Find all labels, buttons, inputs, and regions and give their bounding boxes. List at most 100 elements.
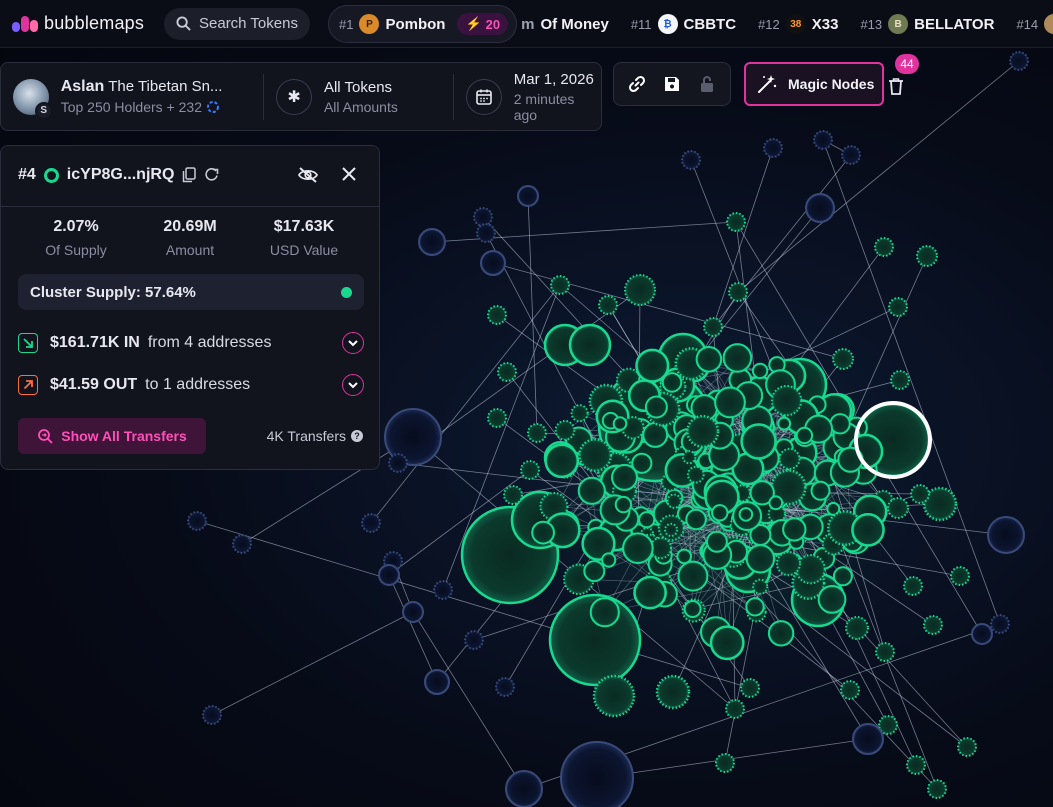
unclustered-bubble[interactable] [232,534,252,554]
holder-bubble[interactable] [906,755,926,775]
calendar-icon[interactable] [466,78,502,115]
unclustered-bubble[interactable] [480,250,506,276]
unclustered-bubble[interactable] [464,630,484,650]
holder-bubble[interactable] [829,413,851,435]
holder-bubble[interactable] [728,282,748,302]
magic-nodes-button[interactable]: Magic Nodes [744,62,884,106]
boost-badge[interactable]: ⚡ 20 [457,13,509,35]
holder-bubble[interactable] [527,423,547,443]
token-names[interactable]: Aslan The Tibetan Sn... Top 250 Holders … [61,78,252,115]
outflow-row[interactable]: $41.59 OUT to 1 addresses [18,371,364,399]
holder-bubble[interactable] [614,495,633,514]
holder-bubble[interactable] [544,443,580,479]
show-all-transfers-button[interactable]: Show All Transfers [18,418,206,454]
holder-bubble[interactable] [624,274,656,306]
help-icon[interactable]: ? [351,430,363,442]
holder-bubble[interactable] [568,323,612,367]
cluster-supply-row[interactable]: Cluster Supply: 57.64% [18,274,364,310]
unlock-icon[interactable] [693,70,721,98]
holder-bubble[interactable] [752,578,769,595]
unclustered-bubble[interactable] [971,623,993,645]
holder-bubble[interactable] [554,419,576,441]
holder-bubble[interactable] [890,370,910,390]
holder-bubble[interactable] [487,305,507,325]
holder-bubble[interactable] [550,275,570,295]
trending-token-1[interactable]: #1 P Pombon ⚡ 20 [328,5,518,43]
holder-bubble[interactable] [598,295,618,315]
unclustered-bubble[interactable] [763,138,783,158]
holder-bubble[interactable] [715,753,735,773]
holder-bubble[interactable] [531,520,555,545]
holder-bubble[interactable] [682,450,697,465]
holder-bubble[interactable] [745,544,776,574]
unclustered-bubble[interactable] [505,770,543,807]
unclustered-bubble[interactable] [424,669,450,695]
holder-bubble[interactable] [916,245,938,267]
holder-bubble[interactable] [711,504,729,522]
holder-bubble[interactable] [612,416,628,431]
asterisk-icon[interactable]: ✱ [276,78,312,115]
holder-bubble[interactable] [770,384,803,417]
inflow-row[interactable]: $161.71K IN from 4 addresses [18,329,364,357]
unclustered-bubble[interactable] [187,511,207,531]
unclustered-bubble[interactable] [476,223,496,243]
unclustered-bubble[interactable] [1009,51,1029,71]
holder-bubble[interactable] [577,476,606,505]
trending-token-13[interactable]: #13 B BELLATOR [860,14,994,34]
holder-bubble[interactable] [686,465,705,484]
holder-bubble[interactable] [677,560,709,592]
holder-bubble[interactable] [777,416,792,431]
unclustered-bubble[interactable] [852,723,884,755]
external-link-icon[interactable] [204,167,219,183]
holder-bubble[interactable] [874,237,894,257]
holder-bubble[interactable] [601,552,617,568]
unclustered-bubble[interactable] [361,513,381,533]
link-icon[interactable] [623,70,651,98]
holder-bubble[interactable] [644,395,668,419]
token-filter[interactable]: All Tokens All Amounts [324,79,441,115]
holder-bubble[interactable] [683,600,702,618]
unclustered-bubble[interactable] [560,741,634,807]
holder-bubble[interactable] [503,485,523,505]
holder-bubble[interactable] [767,620,795,647]
chevron-down-icon[interactable] [342,374,364,396]
holder-bubble[interactable] [666,493,682,509]
holder-bubble[interactable] [887,497,909,519]
copy-icon[interactable] [182,167,197,183]
holder-bubble[interactable] [950,566,970,586]
unclustered-bubble[interactable] [987,516,1025,554]
holder-bubble[interactable] [923,615,943,635]
holder-bubble[interactable] [810,480,831,501]
unclustered-bubble[interactable] [841,145,861,165]
holder-bubble[interactable] [705,530,728,553]
unclustered-bubble[interactable] [402,601,424,623]
unclustered-bubble[interactable] [990,614,1010,634]
holder-bubble[interactable] [745,597,765,617]
holder-bubble[interactable] [722,343,753,373]
trending-token-of-money[interactable]: m Of Money [521,16,609,33]
holder-bubble[interactable] [840,680,860,700]
holder-bubble[interactable] [782,517,807,542]
token-avatar[interactable]: S [13,78,53,120]
holder-bubble[interactable] [709,625,745,661]
holder-bubble[interactable] [740,423,777,460]
unclustered-bubble[interactable] [495,677,515,697]
holder-bubble[interactable] [487,408,507,428]
trending-token-11[interactable]: #11 ₿ CBBTC [631,14,736,34]
holder-bubble[interactable] [817,585,847,614]
brand-logo[interactable]: bubblemaps [12,13,162,34]
unclustered-bubble[interactable] [813,130,833,150]
holder-bubble[interactable] [851,513,885,547]
holder-bubble[interactable] [611,463,638,491]
search-tokens-button[interactable]: Search Tokens [164,7,310,40]
unclustered-bubble[interactable] [433,580,453,600]
holder-bubble[interactable] [695,346,723,373]
holder-bubble[interactable] [592,674,636,718]
holder-bubble[interactable] [903,576,923,596]
date-selector[interactable]: Mar 1, 2026 2 minutes ago [514,71,601,123]
holder-bubble[interactable] [686,414,720,449]
unclustered-bubble[interactable] [418,228,446,256]
holder-bubble[interactable] [638,511,656,529]
holder-bubble[interactable] [622,532,654,565]
holder-bubble[interactable] [795,554,826,585]
